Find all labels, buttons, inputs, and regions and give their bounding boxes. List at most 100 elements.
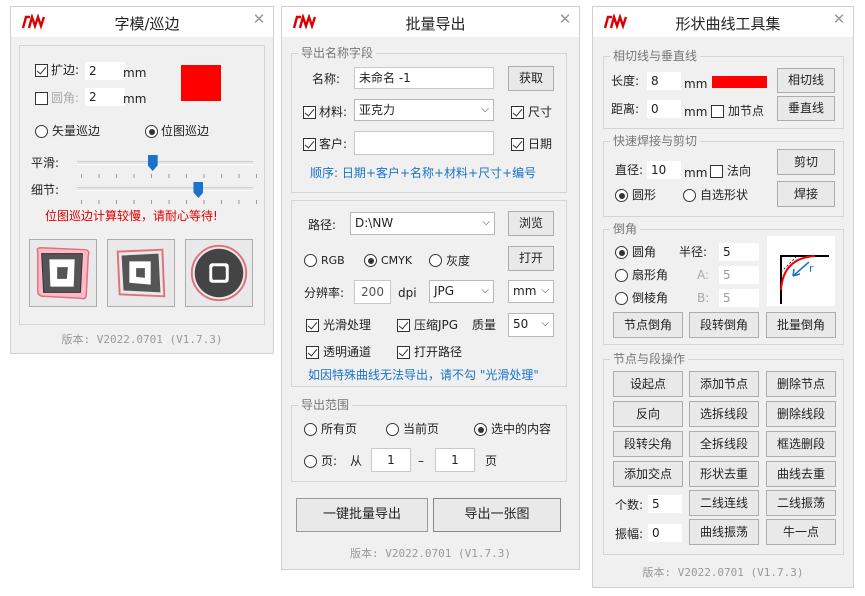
preview-round-button[interactable] [107,239,175,307]
count-input[interactable]: 5 [648,495,682,513]
normal-checkbox[interactable] [710,165,723,178]
chevron-down-icon: ⌵ [481,285,489,296]
a-input[interactable]: 5 [719,266,759,284]
tangent-button[interactable]: 相切线 [777,68,835,93]
node-tool-button[interactable]: 设起点 [613,371,683,397]
openpath-label: 打开路径 [414,345,463,359]
resolution-label: 分辨率: [304,286,345,300]
vertical-button[interactable]: 垂直线 [777,96,835,121]
length-input[interactable]: 8 [647,72,681,90]
all-pages-label: 所有页 [321,422,358,436]
gray-label: 灰度 [446,254,471,268]
to-input[interactable]: 1 [435,448,475,472]
addnode-checkbox[interactable] [711,105,724,118]
node-tool-button[interactable]: 反向 [613,401,683,427]
unit-select[interactable]: mm ⌵ [508,280,554,303]
node-tool-button[interactable]: 段转尖角 [613,431,683,457]
close-icon[interactable]: ✕ [557,11,573,27]
customer-checkbox[interactable] [303,138,316,151]
cmyk-radio[interactable] [364,254,377,267]
round-corner-radio[interactable] [615,246,628,259]
circle-radio[interactable] [615,189,628,202]
custom-shape-radio[interactable] [683,189,696,202]
b-input[interactable]: 5 [719,289,759,307]
smooth-slider-track[interactable] [77,161,253,165]
line-color-swatch[interactable] [712,76,767,88]
path-select[interactable]: D:\NW ⌵ [350,212,495,235]
open-button[interactable]: 打开 [508,246,554,271]
name-input[interactable]: 未命名 -1 [354,67,494,89]
app-logo-icon [292,14,316,30]
weld-button[interactable]: 焊接 [777,181,835,207]
node-tool-button[interactable]: 选拆线段 [689,401,759,427]
round-input[interactable]: 2 [85,88,125,106]
node-tool-button[interactable]: 添加交点 [613,461,683,487]
browse-button[interactable]: 浏览 [508,211,554,236]
oxbow-button[interactable]: 牛一点 [766,519,836,545]
fan-corner-radio[interactable] [615,269,628,282]
detail-label: 细节: [31,183,60,197]
single-export-button[interactable]: 导出一张图 [433,498,561,532]
selected-radio[interactable] [474,423,487,436]
transparent-label: 透明通道 [323,345,372,359]
rgb-radio[interactable] [304,254,317,267]
version-text: 版本: V2022.0701 (V1.7.3) [349,547,512,560]
export-range-group: 导出范围 [291,398,567,482]
openpath-checkbox[interactable] [397,346,410,359]
radius-input[interactable]: 5 [719,243,759,261]
name-label: 名称: [312,72,341,86]
bitmap-radio[interactable] [145,125,158,138]
diameter-input[interactable]: 10 [647,161,681,179]
smooth-checkbox[interactable] [306,319,319,332]
size-checkbox[interactable] [511,106,524,119]
material-checkbox[interactable] [303,106,316,119]
bevel-corner-radio[interactable] [615,292,628,305]
amplitude-input[interactable]: 0 [648,524,682,542]
current-page-radio[interactable] [386,423,399,436]
preview-expand-button[interactable] [29,239,97,307]
expand-checkbox[interactable] [35,64,48,77]
detail-slider-track[interactable] [77,187,253,191]
date-checkbox[interactable] [511,138,524,151]
corner-preview: r [767,236,835,306]
glyph-expand-icon [36,247,90,300]
fetch-button[interactable]: 获取 [508,66,554,91]
node-tool-button[interactable]: 曲线去重 [766,461,836,487]
two-line-shake-button[interactable]: 二线振荡 [766,490,836,516]
cut-button[interactable]: 剪切 [777,149,835,175]
compress-checkbox[interactable] [397,319,410,332]
node-tool-button[interactable]: 添加节点 [689,371,759,397]
format-select[interactable]: JPG ⌵ [429,280,494,303]
gray-radio[interactable] [429,254,442,267]
node-tool-button[interactable]: 全拆线段 [689,431,759,457]
quality-select[interactable]: 50 ⌵ [508,313,554,337]
round-label: 圆角: [51,91,80,105]
segment-corner-button[interactable]: 段转倒角 [689,312,759,338]
batch-corner-button[interactable]: 批量倒角 [766,312,836,338]
two-line-connect-button[interactable]: 二线连线 [689,490,759,516]
resolution-input[interactable]: 200 [354,280,391,304]
vector-radio[interactable] [35,125,48,138]
transparent-checkbox[interactable] [306,346,319,359]
expand-input[interactable]: 2 [85,62,125,80]
material-select[interactable]: 亚克力 ⌵ [354,99,494,121]
customer-input[interactable] [354,131,494,155]
close-icon[interactable]: ✕ [831,11,847,27]
preview-stop-button[interactable] [185,239,253,307]
node-tool-button[interactable]: 删除节点 [766,371,836,397]
pages-radio[interactable] [304,455,317,468]
node-tool-button[interactable]: 删除线段 [766,401,836,427]
from-input[interactable]: 1 [371,448,411,472]
distance-input[interactable]: 0 [647,100,681,118]
close-icon[interactable]: ✕ [251,11,267,27]
node-corner-button[interactable]: 节点倒角 [613,312,683,338]
round-checkbox[interactable] [35,92,48,105]
quality-value: 50 [513,317,529,331]
all-pages-radio[interactable] [304,423,317,436]
node-tool-button[interactable]: 框选删段 [766,431,836,457]
batch-export-button[interactable]: 一键批量导出 [296,498,428,532]
color-swatch[interactable] [181,65,221,101]
radius-symbol: r [809,262,814,275]
curve-shake-button[interactable]: 曲线振荡 [689,519,759,545]
node-tool-button[interactable]: 形状去重 [689,461,759,487]
